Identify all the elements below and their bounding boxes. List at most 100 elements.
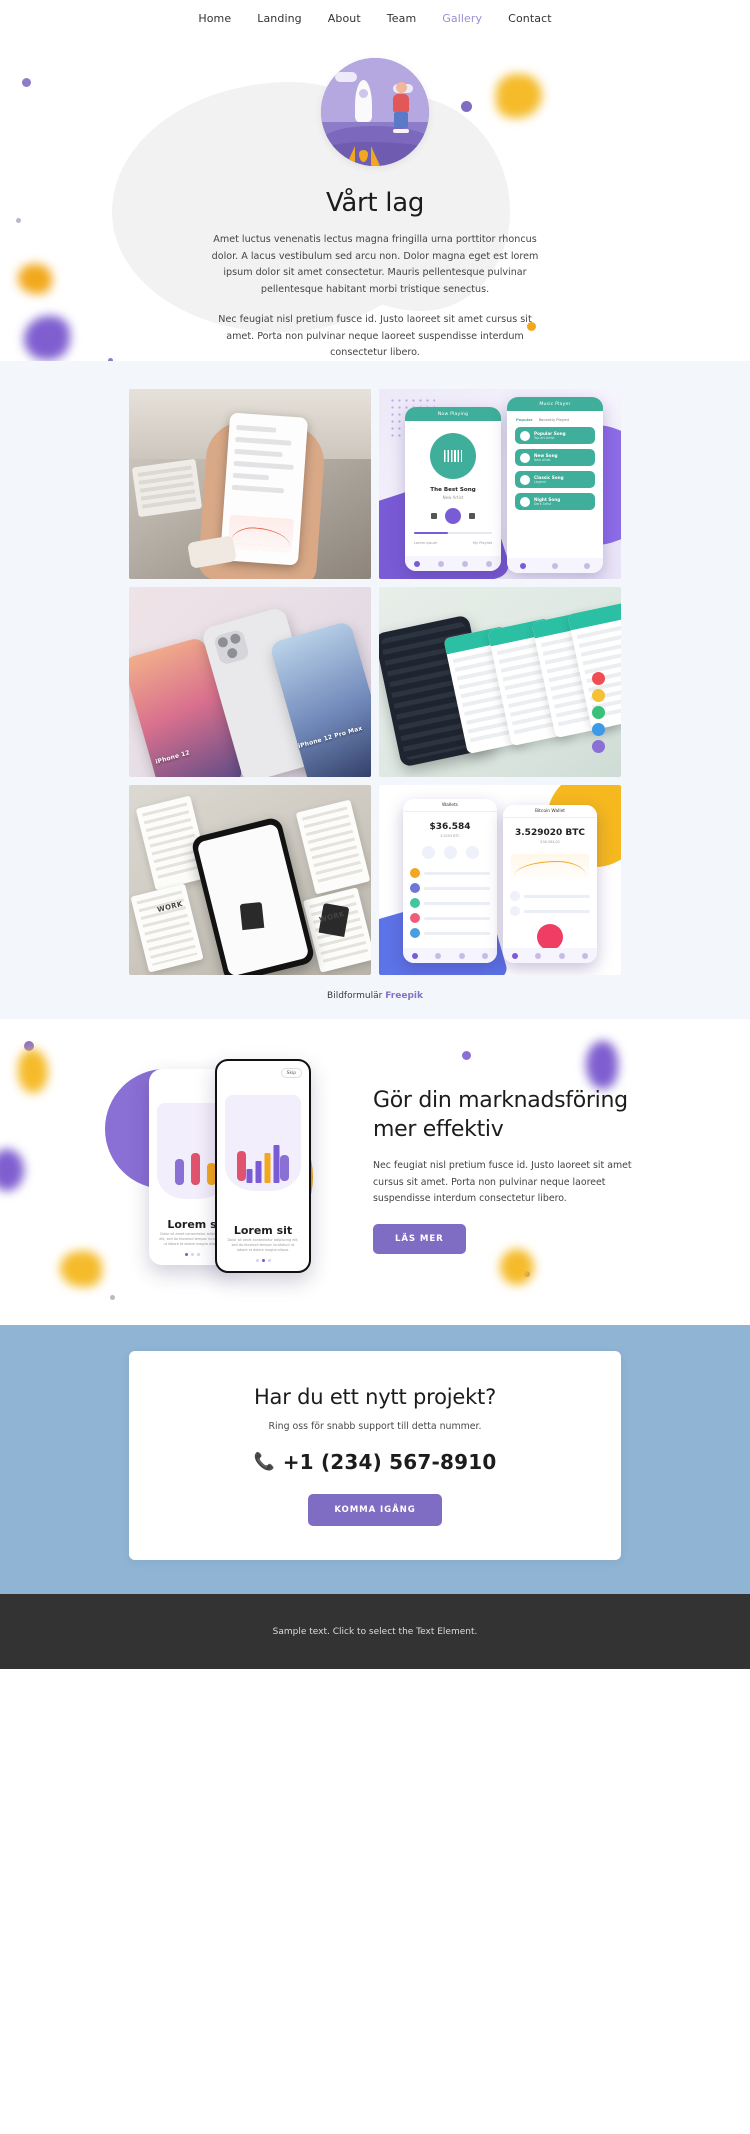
phone-device-dark: [190, 816, 316, 975]
track-thumb: [520, 474, 530, 485]
person-illustration: [280, 1155, 289, 1181]
nav-item-team[interactable]: Team: [387, 12, 416, 25]
search-icon: [552, 562, 558, 569]
page-dot[interactable]: [190, 1253, 194, 1256]
send-icon: [421, 846, 435, 859]
gallery-image-workspace[interactable]: WORK WORK: [129, 785, 371, 975]
screen-card: [295, 799, 371, 895]
nav-item-contact[interactable]: Contact: [508, 12, 552, 25]
page-dot[interactable]: [267, 1259, 271, 1262]
rocket-fin-left: [345, 146, 355, 166]
marketing-read-more-button[interactable]: LÄS MER: [373, 1224, 466, 1255]
caption-prefix: Bildformulär: [327, 991, 383, 1001]
wallet-actions: [403, 846, 497, 859]
phone-header: Wallets: [403, 799, 497, 812]
skip-button[interactable]: Skip: [280, 1068, 302, 1079]
bottom-tab-bar: [403, 948, 497, 963]
person-illustration: [175, 1159, 184, 1185]
camera-lens-icon: [226, 646, 239, 660]
bitcoin-amount-sub: $36.584,00: [540, 840, 560, 844]
bar: [264, 1153, 271, 1183]
page-footer: Sample text. Click to select the Text El…: [0, 1594, 750, 1669]
bottom-tab-bar: [507, 558, 603, 573]
keyboard-prop: [131, 458, 203, 518]
gallery-image-crypto-wallet[interactable]: Wallets $36.584 3.5293 BTC Bitcoin Walle…: [379, 785, 621, 975]
page-dot[interactable]: [196, 1253, 200, 1256]
library-icon: [462, 560, 468, 567]
phone-icon: 📞: [253, 1451, 275, 1472]
person-legs: [394, 112, 408, 128]
cta-phone-row[interactable]: 📞 +1 (234) 567-8910: [149, 1450, 601, 1474]
chart-icon: [535, 952, 542, 959]
chart-icon: [435, 952, 442, 959]
bar: [273, 1145, 280, 1183]
ui-line: [232, 472, 269, 481]
nav-item-about[interactable]: About: [328, 12, 361, 25]
album-art-icon: [430, 433, 476, 479]
asset-bar: [424, 886, 490, 890]
search-icon: [438, 560, 444, 567]
ethereum-icon: [410, 883, 420, 893]
wallet-icon: [558, 952, 565, 959]
player-meta-row: Lorem ipsum My Playlist: [414, 541, 492, 545]
nav-item-landing[interactable]: Landing: [257, 12, 302, 25]
gallery-caption: Bildformulär Freepik: [0, 991, 750, 1001]
phone-body: The Best Song New Artist Lorem ipsum My …: [405, 421, 501, 571]
marketing-text-block: Gör din marknadsföring mer effektiv Nec …: [373, 1086, 645, 1255]
library-icon: [584, 562, 590, 569]
hero-section: Vårt lag Amet luctus venenatis lectus ma…: [0, 36, 750, 361]
ui-line: [233, 460, 294, 471]
arrow-down-icon: [510, 906, 520, 916]
onboarding-pagination: [217, 1259, 309, 1262]
decor-blob-yellow-left: [18, 1049, 48, 1093]
track-thumb: [520, 430, 530, 441]
main-navigation: Home Landing About Team Gallery Contact: [0, 0, 750, 36]
rocket-icon: [355, 80, 372, 122]
asset-row: [410, 898, 490, 908]
song-title: The Best Song: [430, 487, 476, 493]
primary-action-button[interactable]: [537, 924, 563, 950]
nav-item-home[interactable]: Home: [198, 12, 231, 25]
bar: [255, 1161, 262, 1183]
transaction-row: [510, 891, 590, 901]
settings-icon: [482, 952, 489, 959]
nav-item-gallery[interactable]: Gallery: [442, 12, 482, 25]
playlist-tabs: Popular Recently Played: [516, 417, 594, 422]
cta-phone-number[interactable]: +1 (234) 567-8910: [283, 1450, 497, 1474]
page-dot[interactable]: [184, 1253, 188, 1256]
wallet-icon: [458, 952, 465, 959]
arrow-up-icon: [510, 891, 520, 901]
asset-bar: [424, 916, 490, 920]
gallery-image-chat-screens[interactable]: [379, 587, 621, 777]
track-text: New Song New Artist: [534, 453, 558, 462]
decor-dot-gray-bottom: [110, 1295, 115, 1300]
bitcoin-icon: [410, 868, 420, 878]
wallet-asset-list: [410, 868, 490, 938]
asset-row: [410, 928, 490, 938]
marketing-illustration: Lorem s Dolor sit amet consectetur adipi…: [105, 1055, 355, 1285]
person-head: [395, 82, 407, 93]
pause-icon: [445, 508, 461, 524]
page-dot[interactable]: [255, 1259, 259, 1262]
cta-get-started-button[interactable]: KOMMA IGÅNG: [308, 1494, 442, 1526]
caption-link-freepik[interactable]: Freepik: [385, 991, 423, 1001]
track-thumb: [520, 452, 530, 463]
footer-text[interactable]: Sample text. Click to select the Text El…: [273, 1627, 478, 1637]
asset-bar: [424, 871, 490, 875]
ui-line: [234, 448, 283, 458]
marketing-section: Lorem s Dolor sit amet consectetur adipi…: [0, 1019, 750, 1325]
wallet-phone-bitcoin: Bitcoin Wallet 3.529020 BTC $36.584,00: [503, 805, 597, 963]
hero-paragraph-1: Amet luctus venenatis lectus magna fring…: [211, 234, 539, 295]
gallery-image-music-player[interactable]: Now Playing The Best Song New Artist Lor…: [379, 389, 621, 579]
track-sub: Dark Artist: [534, 502, 552, 506]
tab-popular: Popular: [516, 417, 533, 422]
home-icon: [414, 560, 420, 567]
gallery-image-hand-holding-phone[interactable]: [129, 389, 371, 579]
home-icon: [520, 562, 526, 569]
page-dot[interactable]: [261, 1259, 265, 1262]
asset-row: [410, 883, 490, 893]
bar-chart-illustration: [246, 1145, 280, 1183]
person-illustration: [237, 1151, 246, 1181]
track-sub: New Artist: [534, 458, 551, 462]
gallery-image-phones-pink[interactable]: iPhone 12 iPhone 12 Pro Max: [129, 587, 371, 777]
